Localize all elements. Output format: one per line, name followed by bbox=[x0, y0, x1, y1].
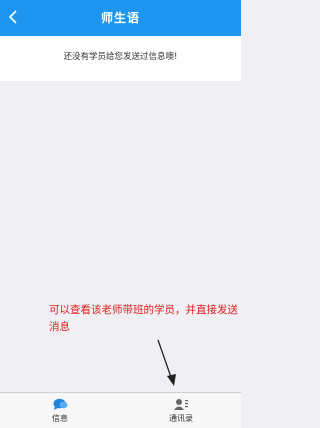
annotation-text: 可以查看该老师带班的学员，并直接发送消息 bbox=[49, 304, 238, 333]
page-title: 师生语 bbox=[100, 11, 140, 25]
contacts-icon bbox=[173, 397, 189, 411]
tab-contacts[interactable]: 通讯录 bbox=[121, 393, 241, 428]
empty-state-message: 还没有学员给您发送过信息噢! bbox=[63, 52, 178, 62]
tab-messages[interactable]: 信息 bbox=[0, 393, 120, 428]
empty-state-card: 还没有学员给您发送过信息噢! bbox=[0, 36, 241, 81]
chat-bubble-icon bbox=[53, 397, 68, 411]
tab-label: 通讯录 bbox=[169, 414, 193, 423]
top-bar: 师生语 bbox=[0, 0, 241, 36]
annotation-arrow-icon bbox=[157, 339, 176, 386]
bottom-tab-bar: 信息 通讯录 bbox=[0, 392, 241, 428]
tab-label: 信息 bbox=[52, 414, 68, 423]
